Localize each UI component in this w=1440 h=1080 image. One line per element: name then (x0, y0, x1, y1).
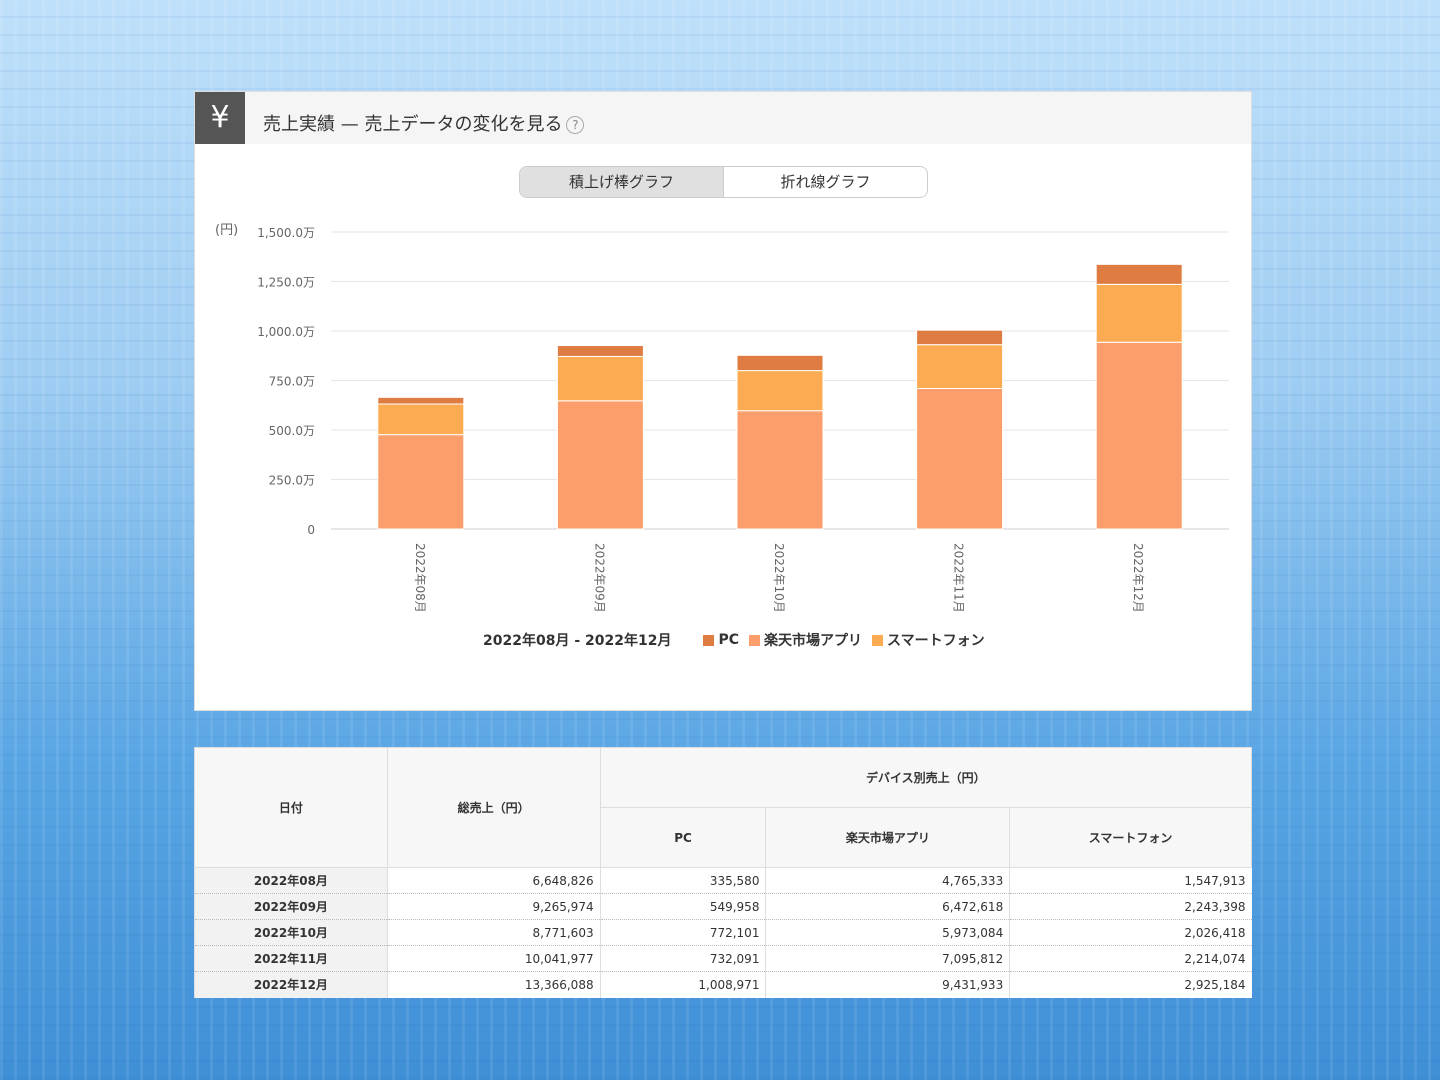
cell-pc: 549,958 (599, 893, 766, 920)
cell-total: 9,265,974 (386, 893, 601, 920)
header-phone: スマートフォン (1009, 807, 1252, 868)
header-device: デバイス別売上（円） (599, 747, 1253, 808)
header-app: 楽天市場アプリ (765, 807, 1011, 868)
y-tick-label: 750.0万 (269, 375, 315, 389)
table-row: 2022年09月 9,265,974 549,958 6,472,618 2,243,3… (194, 893, 1252, 920)
cell-phone: 1,547,913 (1009, 867, 1252, 894)
header-total: 総売上（円） (386, 747, 601, 868)
header-pc: PC (599, 807, 767, 868)
bar-segment[interactable] (736, 410, 824, 530)
table-row: 2022年08月 6,648,826 335,580 4,765,333 1,547,9… (194, 867, 1252, 894)
cell-app: 6,472,618 (765, 893, 1010, 920)
sales-table: 日付 総売上（円） デバイス別売上（円） PC 楽天市場アプリ スマートフォン … (194, 747, 1253, 998)
cell-pc: 772,101 (599, 919, 766, 946)
y-tick-label: 250.0万 (269, 474, 315, 488)
y-tick-label: 1,500.0万 (257, 226, 315, 240)
page-title: 売上実績 — 売上データの変化を見る? (263, 110, 585, 136)
cell-pc: 1,008,971 (599, 971, 766, 998)
y-axis-label: (円) (215, 223, 238, 238)
cell-date: 2022年10月 (194, 919, 388, 946)
bar-segment[interactable] (916, 344, 1004, 390)
x-tick-label: 2022年10月 (772, 543, 786, 613)
legend-swatch-pc (703, 634, 715, 646)
bar-segment[interactable] (377, 396, 465, 405)
title-text: 売上実績 — 売上データの変化を見る (263, 114, 563, 135)
table-row: 2022年12月 13,366,088 1,008,971 9,431,933 2,92… (194, 971, 1252, 998)
bar-segment[interactable] (1095, 283, 1183, 343)
x-tick-label: 2022年09月 (592, 543, 606, 613)
y-tick-label: 1,250.0万 (257, 276, 315, 290)
help-icon[interactable]: ? (566, 116, 585, 134)
x-tick-label: 2022年12月 (1131, 543, 1145, 613)
legend-phone[interactable]: スマートフォン (887, 630, 985, 650)
bar-segment[interactable] (736, 370, 824, 412)
legend-pc[interactable]: PC (718, 632, 739, 648)
cell-app: 5,973,084 (765, 919, 1010, 946)
cell-date: 2022年09月 (194, 893, 388, 920)
bar-segment[interactable] (377, 434, 465, 530)
cell-app: 9,431,933 (765, 971, 1010, 998)
legend-app[interactable]: 楽天市場アプリ (764, 630, 862, 650)
legend-title: 2022年08月 - 2022年12月 (483, 633, 672, 649)
cell-total: 8,771,603 (386, 919, 601, 946)
x-tick-label: 2022年08月 (413, 543, 427, 613)
bar-segment[interactable] (556, 345, 644, 357)
legend: 2022年08月 - 2022年12月 PC 楽天市場アプリ スマートフォン (483, 630, 985, 650)
cell-phone: 2,026,418 (1009, 919, 1252, 946)
bar-segment[interactable] (1095, 341, 1183, 530)
cell-phone: 2,925,184 (1009, 971, 1252, 998)
table-row: 2022年10月 8,771,603 772,101 5,973,084 2,026,4… (194, 919, 1252, 946)
cell-pc: 732,091 (599, 945, 766, 972)
y-tick-label: 1,000.0万 (257, 325, 315, 339)
bar-segment[interactable] (736, 354, 824, 372)
cell-pc: 335,580 (599, 867, 766, 894)
bar-segment[interactable] (556, 355, 644, 402)
legend-swatch-phone (872, 634, 883, 646)
legend-swatch-app (749, 634, 760, 646)
y-tick-label: 0 (307, 523, 315, 537)
cell-phone: 2,214,074 (1009, 945, 1252, 972)
y-tick-label: 500.0万 (269, 424, 315, 438)
cell-app: 7,095,812 (765, 945, 1010, 972)
bar-segment[interactable] (916, 329, 1004, 346)
cell-total: 6,648,826 (386, 867, 601, 894)
table-row: 2022年11月 10,041,977 732,091 7,095,812 2,214,… (194, 945, 1252, 972)
header-date: 日付 (194, 747, 388, 868)
x-tick-label: 2022年11月 (952, 543, 966, 613)
sales-chart-panel: ¥ 売上実績 — 売上データの変化を見る? 積上げ棒グラフ 折れ線グラフ (円)… (194, 91, 1252, 711)
cell-app: 4,765,333 (765, 867, 1010, 894)
cell-total: 10,041,977 (386, 945, 601, 972)
bar-segment[interactable] (556, 400, 644, 530)
cell-date: 2022年12月 (194, 971, 388, 998)
yen-icon: ¥ (195, 92, 245, 144)
cell-date: 2022年11月 (194, 945, 388, 972)
panel-header: ¥ 売上実績 — 売上データの変化を見る? (195, 92, 1251, 144)
cell-date: 2022年08月 (194, 867, 388, 894)
bar-segment[interactable] (377, 403, 465, 436)
bar-segment[interactable] (1095, 263, 1183, 285)
cell-total: 13,366,088 (386, 971, 601, 998)
bar-segment[interactable] (916, 388, 1004, 530)
stacked-bar-chart: (円) 0 250.0万 500.0万 750.0万 1,000.0万 1,250.0万 1,… (215, 223, 1229, 613)
cell-phone: 2,243,398 (1009, 893, 1252, 920)
